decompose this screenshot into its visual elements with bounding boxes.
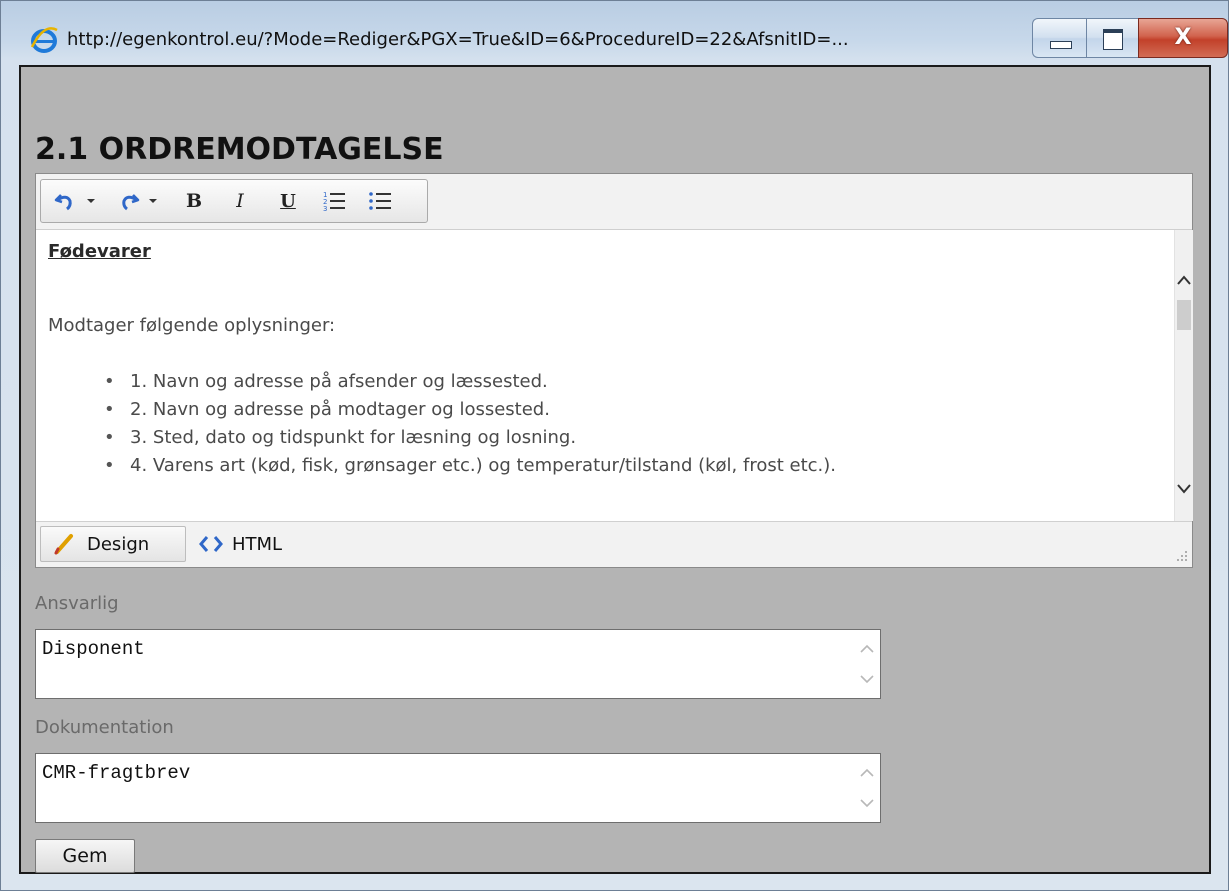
documentation-scrollbar[interactable]: [854, 754, 880, 822]
design-mode-label: Design: [87, 533, 150, 555]
unordered-list-icon: [369, 192, 391, 210]
close-icon: X: [1174, 25, 1192, 50]
responsible-scrollbar[interactable]: [854, 630, 880, 698]
scroll-thumb[interactable]: [1177, 300, 1191, 330]
chevron-down-icon[interactable]: [858, 794, 876, 812]
list-item: 3. Sted, dato og tidspunkt for læsning o…: [104, 424, 1162, 452]
design-mode-tab[interactable]: Design: [40, 526, 186, 562]
chevron-up-icon[interactable]: [858, 640, 876, 658]
documentation-value: CMR-fragtbrev: [42, 762, 191, 784]
editor-scrollbar[interactable]: [1174, 230, 1193, 521]
maximize-icon: [1103, 29, 1123, 50]
html-mode-label: HTML: [232, 533, 283, 555]
save-button[interactable]: Gem: [35, 839, 135, 873]
window-controls: X: [1032, 18, 1228, 60]
responsible-label: Ansvarlig: [35, 593, 119, 614]
chevron-up-icon: [1177, 275, 1191, 285]
minimize-button[interactable]: [1032, 18, 1086, 58]
window-titlebar[interactable]: http://egenkontrol.eu/?Mode=Rediger&PGX=…: [1, 1, 1228, 65]
rich-text-editor: B I U 1 2 3 Fødevarer Modtager følgende …: [35, 173, 1193, 568]
chevron-down-icon[interactable]: [858, 670, 876, 688]
bold-button[interactable]: B: [179, 186, 209, 216]
dialog-content: 2.1 ORDREMODTAGELSE B I U 1 2 3 Fødevare…: [19, 65, 1211, 874]
minimize-icon: [1050, 41, 1072, 49]
scroll-up-button[interactable]: [1175, 264, 1193, 298]
close-button[interactable]: X: [1138, 18, 1228, 58]
undo-dropdown[interactable]: [83, 186, 99, 216]
editor-toolbar-area: B I U 1 2 3: [36, 174, 1192, 230]
documentation-field[interactable]: CMR-fragtbrev: [35, 753, 881, 823]
chevron-up-icon[interactable]: [858, 764, 876, 782]
ordered-list-icon: 1 2 3: [323, 191, 345, 213]
html-mode-tab[interactable]: HTML: [198, 526, 318, 562]
ie-logo-icon: [29, 25, 59, 55]
list-item: 4. Varens art (kød, fisk, grønsager etc.…: [104, 452, 1162, 480]
editor-toolbar: B I U 1 2 3: [40, 179, 428, 223]
documentation-label: Dokumentation: [35, 717, 174, 738]
unordered-list-button[interactable]: [363, 186, 397, 216]
chevron-down-icon: [87, 199, 95, 203]
italic-button[interactable]: I: [225, 186, 255, 216]
editor-content-area[interactable]: Fødevarer Modtager følgende oplysninger:…: [36, 230, 1174, 521]
redo-icon: [122, 194, 140, 211]
svg-text:3: 3: [323, 205, 327, 213]
page-title: 2.1 ORDREMODTAGELSE: [35, 132, 444, 167]
chevron-down-icon: [1177, 484, 1191, 494]
responsible-value: Disponent: [42, 638, 145, 660]
intro-text: Modtager følgende oplysninger:: [48, 315, 336, 336]
resize-grip-icon[interactable]: [1174, 547, 1188, 561]
window-title: http://egenkontrol.eu/?Mode=Rediger&PGX=…: [67, 29, 849, 50]
section-heading: Fødevarer: [48, 241, 151, 262]
redo-dropdown[interactable]: [145, 186, 161, 216]
undo-icon: [54, 194, 72, 211]
chevron-down-icon: [149, 199, 157, 203]
editor-mode-bar: Design HTML: [36, 521, 1192, 567]
redo-button[interactable]: [111, 186, 145, 216]
code-brackets-icon: [199, 536, 223, 552]
scroll-down-button[interactable]: [1175, 471, 1193, 505]
responsible-field[interactable]: Disponent: [35, 629, 881, 699]
undo-button[interactable]: [49, 186, 83, 216]
list-item: 1. Navn og adresse på afsender og læsses…: [104, 368, 1162, 396]
info-list: 1. Navn og adresse på afsender og læsses…: [48, 368, 1162, 480]
list-item: 2. Navn og adresse på modtager og losses…: [104, 396, 1162, 424]
browser-window: http://egenkontrol.eu/?Mode=Rediger&PGX=…: [0, 0, 1229, 891]
pencil-icon: [54, 534, 73, 555]
maximize-button[interactable]: [1086, 18, 1138, 58]
ordered-list-button[interactable]: 1 2 3: [317, 186, 351, 216]
underline-button[interactable]: U: [273, 186, 303, 216]
